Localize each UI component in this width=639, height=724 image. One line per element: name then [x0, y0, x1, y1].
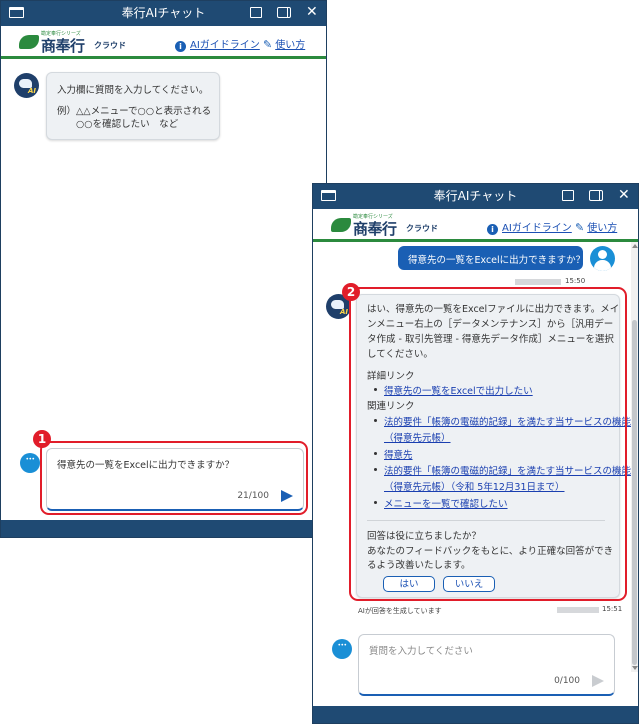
user-message-time: 15:50: [565, 277, 586, 285]
howto-link[interactable]: ✎ 使い方: [575, 219, 617, 234]
ai-badge-icon: AI: [27, 87, 36, 95]
logo-main: 商奉行: [41, 37, 85, 55]
close-icon[interactable]: ✕: [306, 5, 318, 19]
user-message-text: 得意先の一覧をExcelに出力できますか？: [408, 255, 586, 266]
popout-icon[interactable]: [562, 190, 574, 201]
greeting-line: 例）△△メニューで○○と表示される: [57, 106, 212, 117]
sender-name-masked: [515, 279, 561, 285]
ai-guideline-link[interactable]: i AIガイドライン: [487, 219, 572, 235]
logo-leaf-icon: [19, 35, 39, 49]
chat-bubble-icon: [20, 453, 40, 473]
scrollbar[interactable]: [631, 242, 638, 672]
scroll-thumb[interactable]: [632, 320, 637, 665]
question-input-placeholder: 質問を入力してください: [369, 646, 473, 657]
book-icon: ✎: [263, 38, 273, 51]
info-icon: i: [175, 41, 186, 52]
howto-label: 使い方: [275, 40, 306, 51]
title-bar: 奉行AIチャット ✕: [1, 1, 326, 26]
generating-status: AIが回答を生成しています: [358, 607, 442, 615]
callout-badge-2: 2: [342, 283, 360, 301]
logo-leaf-icon: [331, 218, 351, 232]
scroll-down-icon[interactable]: [632, 666, 638, 670]
greeting-bubble: 入力欄に質問を入力してください。 例）△△メニューで○○と表示される ○○を確認…: [46, 72, 220, 140]
footer-bar: [313, 706, 638, 723]
user-message-bubble: 得意先の一覧をExcelに出力できますか？: [398, 246, 586, 270]
book-icon: ✎: [575, 221, 585, 234]
logo-cloud: クラウド: [406, 224, 438, 233]
scroll-up-icon[interactable]: [632, 244, 638, 248]
app-header: 勘定奉行シリーズ 商奉行 クラウド i AIガイドライン ✎ 使い方: [313, 209, 638, 242]
app-header: 勘定奉行シリーズ 商奉行 クラウド i AIガイドライン ✎ 使い方: [1, 26, 326, 59]
callout-badge-1: 1: [33, 430, 51, 448]
callout-frame-1: [40, 441, 308, 515]
close-icon[interactable]: ✕: [618, 188, 630, 202]
info-icon: i: [487, 224, 498, 235]
user-avatar: [590, 246, 615, 271]
chat-bubble-icon: [332, 639, 352, 659]
panel-icon[interactable]: [589, 190, 603, 201]
char-counter: 0/100: [554, 676, 580, 686]
howto-label: 使い方: [587, 223, 618, 234]
question-input[interactable]: 質問を入力してください 0/100: [358, 634, 615, 696]
footer-bar: [1, 520, 326, 537]
ai-badge-icon: AI: [339, 308, 348, 316]
panel-icon[interactable]: [277, 7, 291, 18]
ai-avatar: AI: [14, 73, 39, 98]
answer-time: 15:51: [602, 605, 623, 613]
user-icon-body: [594, 260, 611, 271]
send-icon[interactable]: [592, 675, 604, 687]
popout-icon[interactable]: [250, 7, 262, 18]
user-icon-head: [598, 250, 607, 259]
title-bar: 奉行AIチャット ✕: [313, 184, 638, 209]
ai-guideline-label: AIガイドライン: [502, 223, 572, 234]
ai-guideline-link[interactable]: i AIガイドライン: [175, 36, 260, 52]
logo-cloud: クラウド: [94, 41, 126, 50]
callout-frame-2: [349, 287, 627, 601]
sender-name-masked: [557, 607, 599, 613]
howto-link[interactable]: ✎ 使い方: [263, 36, 305, 51]
ai-guideline-label: AIガイドライン: [190, 40, 260, 51]
greeting-line: ○○を確認したい など: [57, 119, 179, 130]
logo-main: 商奉行: [353, 220, 397, 238]
greeting-line: 入力欄に質問を入力してください。: [57, 85, 209, 96]
